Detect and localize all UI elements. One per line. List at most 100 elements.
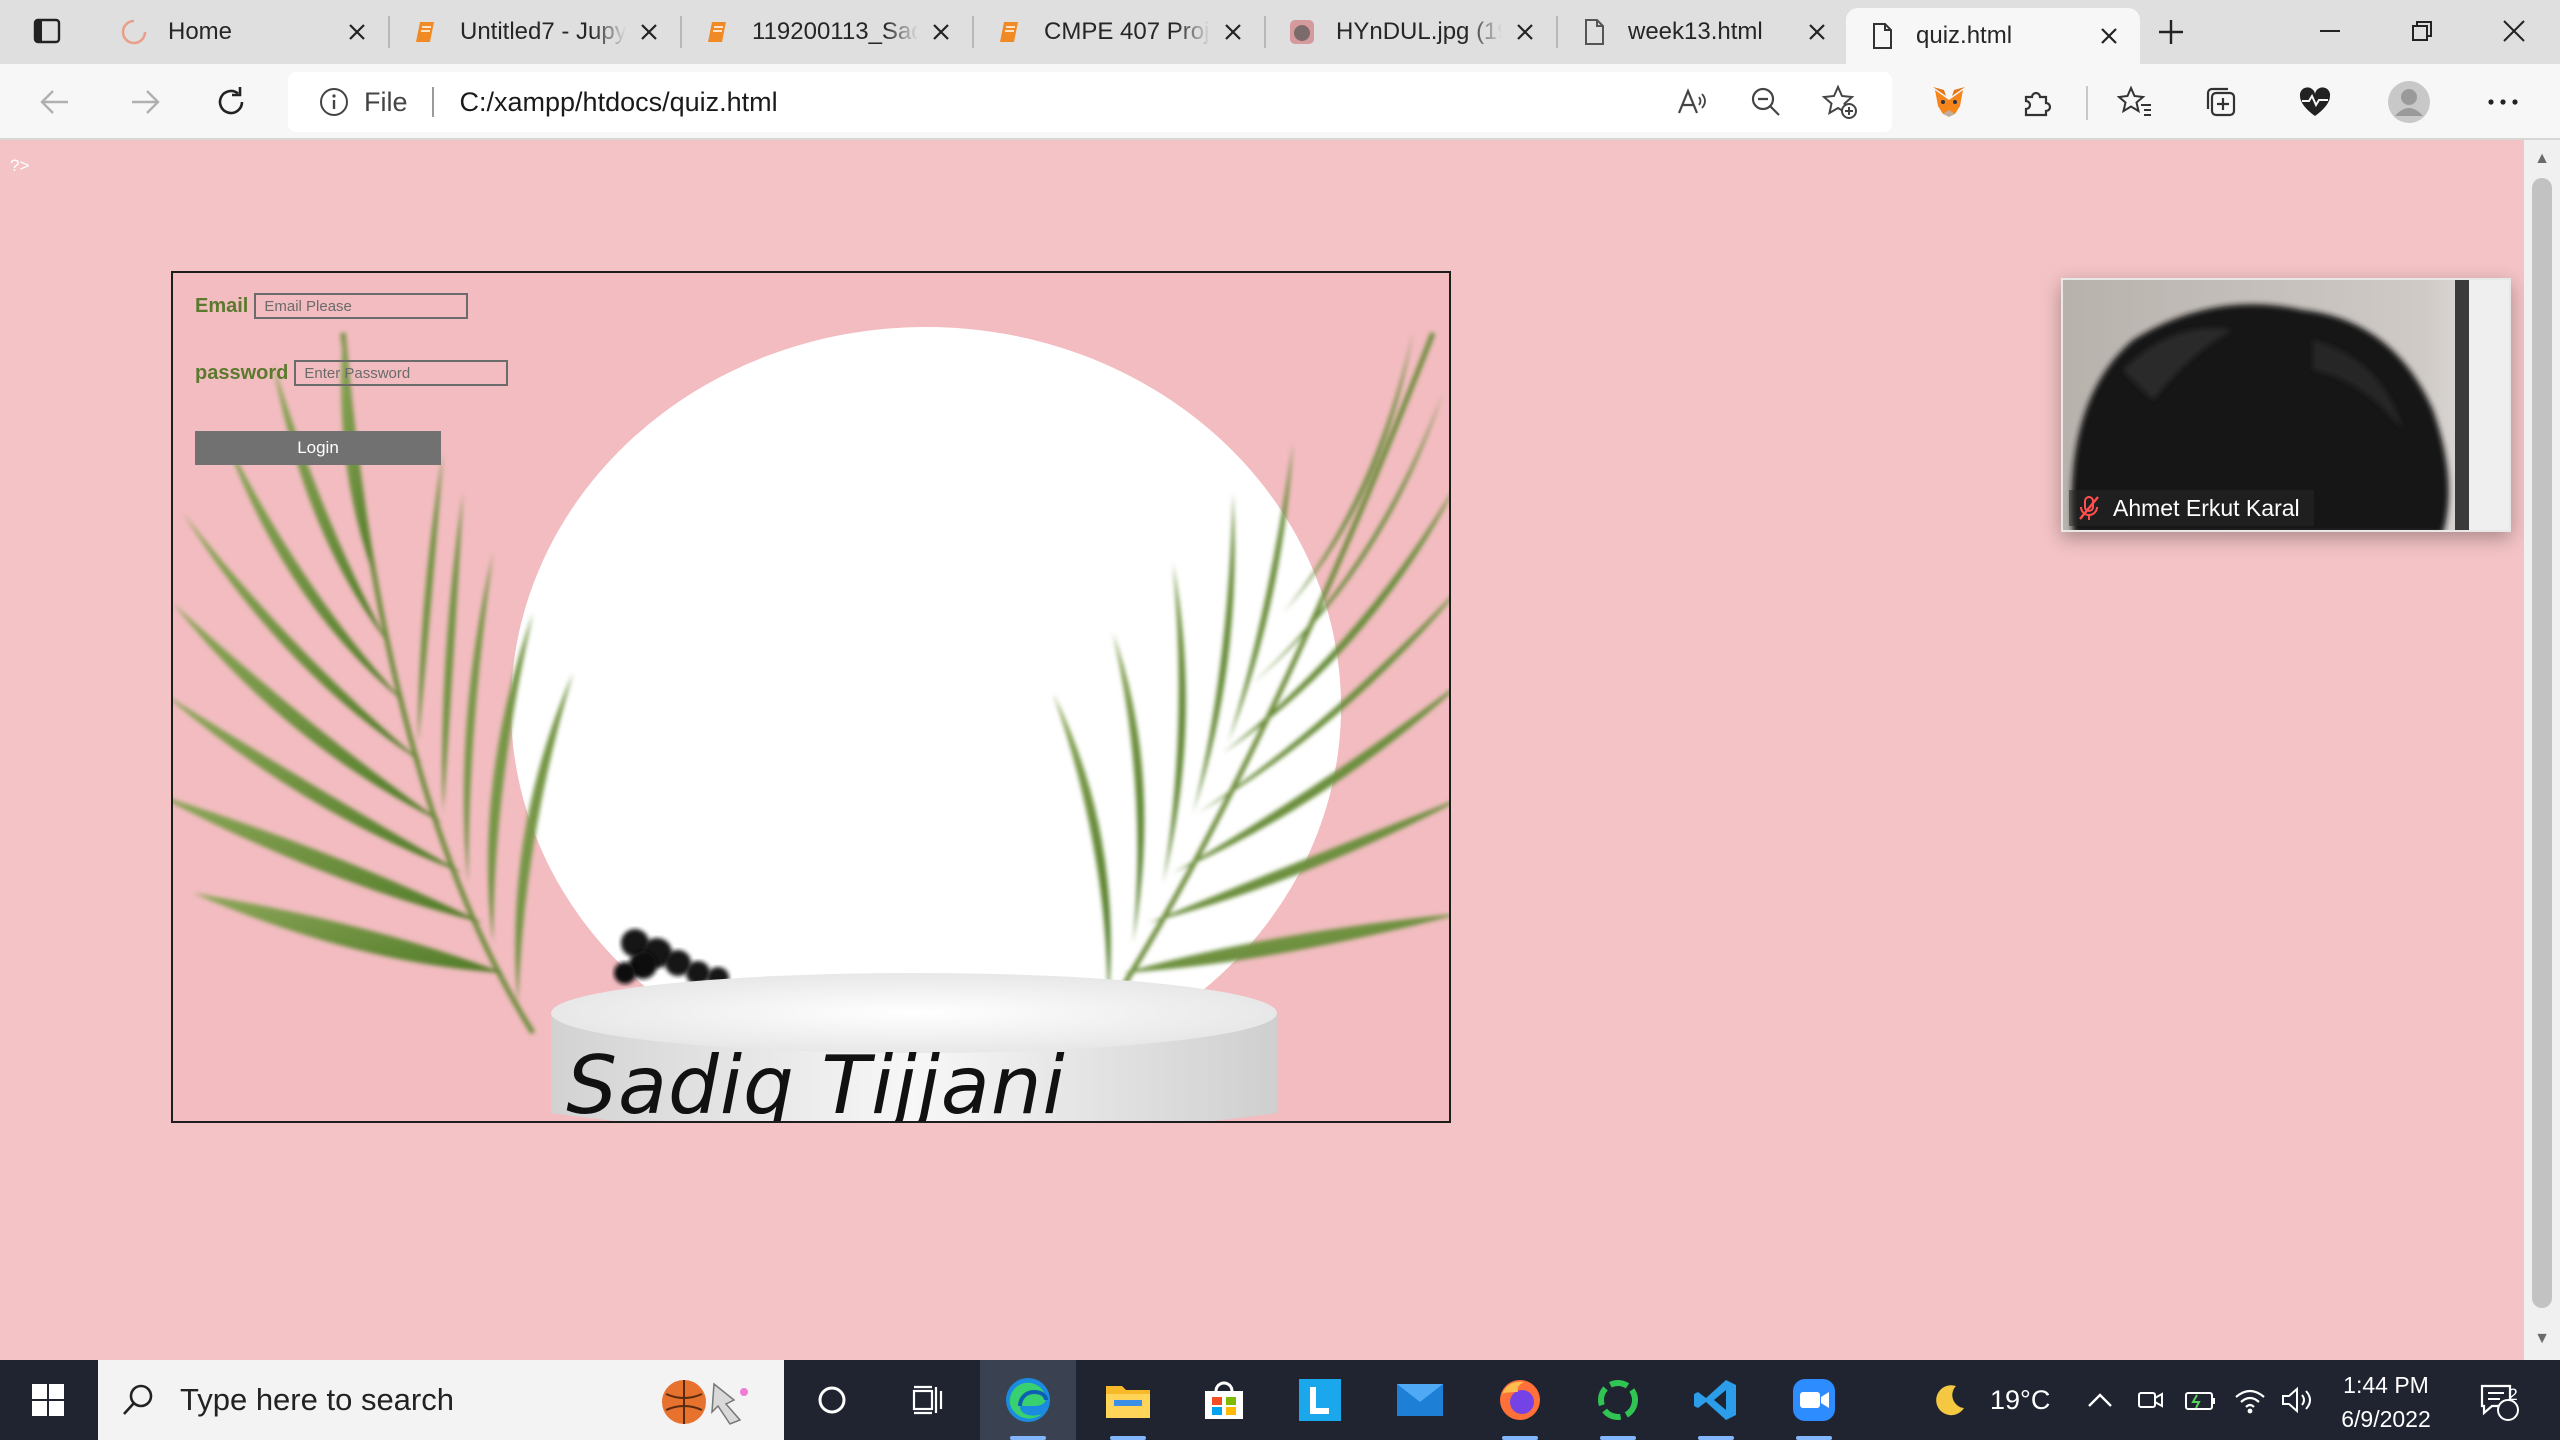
url-text[interactable]: C:/xampp/htdocs/quiz.html [460, 87, 778, 118]
file-icon [1868, 22, 1896, 50]
taskbar-mail[interactable] [1372, 1360, 1468, 1440]
close-tab-icon[interactable] [636, 19, 662, 45]
weather-widget[interactable]: 19°C [1930, 1360, 2050, 1440]
tab-actions-icon [33, 18, 61, 44]
notebook-icon [704, 18, 732, 46]
info-icon[interactable] [318, 86, 350, 118]
taskbar-clock[interactable]: 1:44 PM 6/9/2022 [2316, 1368, 2456, 1436]
tab-hyndul-jpg[interactable]: HYnDUL.jpg (1920 [1266, 8, 1556, 56]
taskbar-refresh-app[interactable] [1570, 1360, 1666, 1440]
metamask-extension-button[interactable] [1924, 78, 1974, 126]
task-view-button[interactable] [880, 1360, 976, 1440]
toolbar-divider [2086, 86, 2088, 120]
mail-icon [1397, 1384, 1443, 1416]
tab-title: 119200113_Sadiq [752, 18, 918, 45]
taskbar-firefox[interactable] [1472, 1360, 1568, 1440]
running-indicator [1698, 1436, 1734, 1440]
running-indicator [1796, 1436, 1832, 1440]
running-indicator [1110, 1436, 1146, 1440]
taskbar-store[interactable] [1176, 1360, 1272, 1440]
profile-button[interactable] [2384, 78, 2434, 126]
participant-name-tag: Ahmet Erkut Karal [2069, 490, 2314, 526]
close-tab-icon[interactable] [1804, 19, 1830, 45]
restore-icon [2412, 21, 2432, 41]
tab-title: CMPE 407 Project [1044, 18, 1210, 45]
page-scrollbar[interactable]: ▲ ▼ [2524, 140, 2560, 1360]
running-indicator [1600, 1436, 1636, 1440]
email-row: Email [195, 293, 469, 319]
file-icon [1580, 18, 1608, 46]
collections-button[interactable] [2196, 78, 2246, 126]
add-favorite-icon[interactable] [1816, 78, 1864, 126]
scroll-down-icon[interactable]: ▼ [2533, 1330, 2551, 1348]
tab-actions-button[interactable] [16, 12, 78, 50]
close-tab-icon[interactable] [1512, 19, 1538, 45]
tray-overflow-button[interactable] [2086, 1360, 2114, 1440]
meet-now-button[interactable] [2136, 1360, 2166, 1440]
login-card: Sadiq Tijjani Email password Login [171, 271, 1451, 1123]
close-tab-icon[interactable] [1220, 19, 1246, 45]
taskbar-edge[interactable] [980, 1360, 1076, 1440]
taskbar-l-app[interactable] [1272, 1360, 1368, 1440]
collections-icon [2206, 87, 2236, 117]
close-window-button[interactable] [2468, 0, 2560, 62]
new-tab-button[interactable] [2150, 12, 2192, 52]
address-bar[interactable]: File C:/xampp/htdocs/quiz.html [288, 72, 1892, 132]
zoom-icon [1793, 1379, 1835, 1421]
browser-toolbar: File C:/xampp/htdocs/quiz.html [0, 64, 2560, 140]
active-indicator [1010, 1436, 1046, 1440]
scroll-thumb[interactable] [2532, 178, 2552, 1308]
cortana-button[interactable] [784, 1360, 880, 1440]
password-input[interactable] [294, 360, 509, 386]
favorites-button[interactable] [2110, 78, 2160, 126]
back-button[interactable] [30, 78, 80, 126]
tab-cmpe407[interactable]: CMPE 407 Project [974, 8, 1264, 56]
restore-button[interactable] [2376, 0, 2468, 62]
tab-title: HYnDUL.jpg (1920 [1336, 18, 1502, 45]
battery-button[interactable] [2184, 1360, 2218, 1440]
email-input[interactable] [254, 293, 469, 319]
zoom-out-icon[interactable] [1742, 78, 1790, 126]
browser-tab-strip: Home Untitled7 - Jupyter 119200113_Sadiq… [0, 0, 2560, 64]
tab-home[interactable]: Home [98, 8, 388, 56]
chevron-up-icon [2088, 1393, 2112, 1407]
scroll-up-icon[interactable]: ▲ [2533, 150, 2551, 168]
close-tab-icon[interactable] [344, 19, 370, 45]
taskbar-search[interactable]: Type here to search [98, 1360, 784, 1440]
settings-menu-button[interactable] [2478, 78, 2528, 126]
volume-button[interactable] [2280, 1360, 2314, 1440]
clock-time: 1:44 PM [2343, 1372, 2429, 1398]
taskbar-zoom[interactable] [1766, 1360, 1862, 1440]
read-aloud-icon[interactable] [1668, 78, 1716, 126]
reload-button[interactable] [206, 78, 256, 126]
tab-title: Home [168, 18, 233, 45]
tab-untitled7[interactable]: Untitled7 - Jupyter [390, 8, 680, 56]
wifi-icon [2235, 1389, 2265, 1414]
search-placeholder: Type here to search [180, 1382, 454, 1417]
forward-button[interactable] [120, 78, 170, 126]
password-label: password [195, 361, 289, 384]
notifications-button[interactable]: 2 [2476, 1360, 2520, 1440]
start-button[interactable] [12, 1360, 84, 1440]
taskbar-vscode[interactable] [1668, 1360, 1764, 1440]
browser-essentials-button[interactable] [2290, 78, 2340, 126]
extensions-button[interactable] [2012, 78, 2062, 126]
tab-quiz[interactable]: quiz.html [1846, 8, 2140, 64]
refresh-app-icon [1598, 1380, 1638, 1420]
close-tab-icon[interactable] [928, 19, 954, 45]
scheme-label: File [364, 86, 408, 117]
file-explorer-icon [1106, 1386, 1150, 1418]
close-tab-icon[interactable] [2096, 23, 2122, 49]
login-button[interactable]: Login [195, 431, 441, 465]
tab-119200113[interactable]: 119200113_Sadiq [682, 8, 972, 56]
network-button[interactable] [2234, 1360, 2266, 1440]
stray-php-text: ?> [10, 156, 30, 175]
l-app-icon [1299, 1379, 1341, 1421]
tab-title: quiz.html [1916, 22, 2013, 49]
minimize-button[interactable] [2284, 0, 2376, 62]
taskbar-file-explorer[interactable] [1080, 1360, 1176, 1440]
video-call-tile[interactable]: Ahmet Erkut Karal [2061, 278, 2511, 532]
tab-week13[interactable]: week13.html [1558, 8, 1848, 56]
task-view-icon [912, 1385, 943, 1415]
image-thumbnail-icon [1288, 18, 1316, 46]
